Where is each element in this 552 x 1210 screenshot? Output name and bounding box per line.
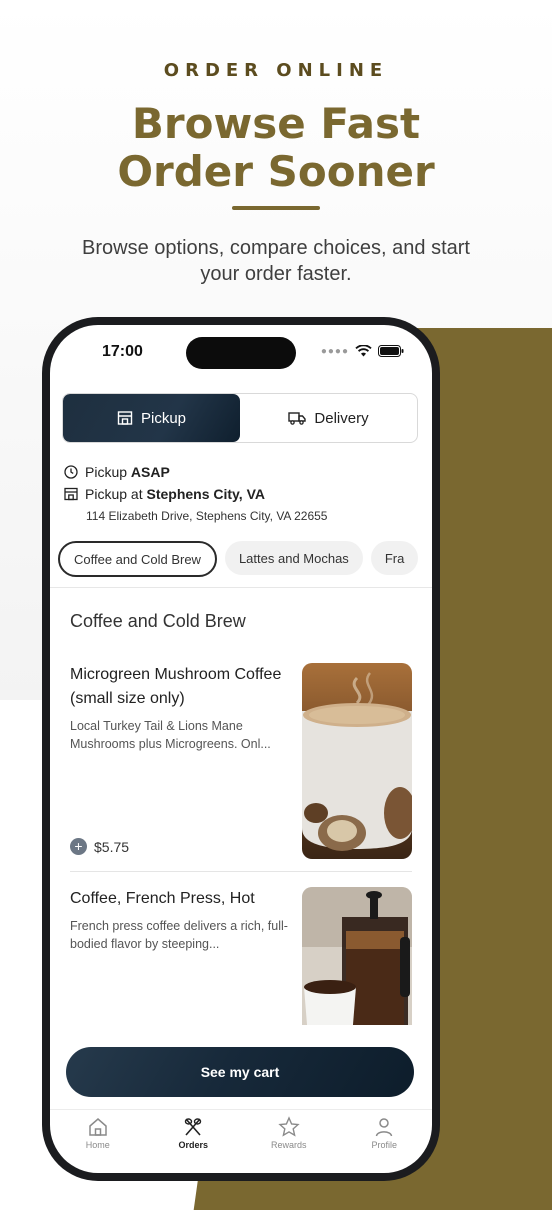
store-icon xyxy=(117,411,133,425)
menu-item-name: Coffee, French Press, Hot xyxy=(70,890,255,907)
menu-item-description: Local Turkey Tail & Lions Mane Mushrooms… xyxy=(70,719,271,751)
category-chip-lattes-mochas[interactable]: Lattes and Mochas xyxy=(224,541,363,575)
headline-underline xyxy=(232,206,320,210)
pickup-time-row: Pickup ASAP xyxy=(64,461,414,483)
divider xyxy=(50,587,432,588)
hero-kicker: ORDER ONLINE xyxy=(163,60,389,81)
signal-icon: ●●●● xyxy=(320,345,349,357)
order-mode-toggle: Pickup Delivery xyxy=(62,393,418,443)
tab-rewards-label: Rewards xyxy=(270,1140,307,1150)
french-press-image xyxy=(302,887,412,1037)
star-icon xyxy=(278,1116,300,1137)
mushroom-coffee-image xyxy=(302,663,412,859)
menu-item-description: French press coffee delivers a rich, ful… xyxy=(70,919,288,951)
menu-item-image[interactable] xyxy=(302,663,412,859)
pickup-address: 114 Elizabeth Drive, Stephens City, VA 2… xyxy=(86,509,328,523)
tab-home[interactable]: Home xyxy=(50,1110,146,1173)
hero-subtitle: Browse options, compare choices, and sta… xyxy=(82,237,470,285)
pickup-location-row[interactable]: Pickup at Stephens City, VA xyxy=(64,483,414,505)
battery-icon xyxy=(378,345,404,357)
tab-rewards[interactable]: Rewards xyxy=(241,1110,337,1173)
menu-item-price-row: + $5.75 xyxy=(70,838,129,855)
section-title: Coffee and Cold Brew xyxy=(70,611,246,631)
status-icons: ●●●● xyxy=(321,345,404,357)
truck-icon xyxy=(288,412,307,425)
category-chip-coffee-cold-brew[interactable]: Coffee and Cold Brew xyxy=(58,541,217,577)
pickup-button[interactable]: Pickup xyxy=(63,394,240,442)
tab-home-label: Home xyxy=(85,1140,110,1150)
store-icon xyxy=(64,487,78,501)
wifi-icon xyxy=(355,345,372,357)
phone-screen: 17:00 ●●●● Pickup Delivery Pickup ASAP P… xyxy=(50,325,432,1173)
home-icon xyxy=(89,1118,107,1136)
category-chips: Coffee and Cold Brew Lattes and Mochas F… xyxy=(58,541,432,579)
delivery-label: Delivery xyxy=(314,409,369,427)
pickup-info: Pickup ASAP Pickup at Stephens City, VA … xyxy=(64,461,414,523)
menu-item-image[interactable] xyxy=(302,887,412,1037)
category-chip-truncated[interactable]: Fra xyxy=(370,541,419,575)
tab-profile[interactable]: Profile xyxy=(337,1110,433,1173)
tab-profile-label: Profile xyxy=(371,1140,397,1150)
profile-icon xyxy=(376,1118,393,1137)
pickup-label: Pickup xyxy=(140,409,187,427)
see-cart-button[interactable]: See my cart xyxy=(66,1047,414,1097)
tab-orders[interactable]: Orders xyxy=(146,1110,242,1173)
headline-line-1: Browse Fast xyxy=(131,99,421,148)
tab-orders-label: Orders xyxy=(178,1140,208,1150)
phone-mockup: 17:00 ●●●● Pickup Delivery Pickup ASAP P… xyxy=(42,317,440,1181)
status-time: 17:00 xyxy=(102,343,143,360)
delivery-button[interactable]: Delivery xyxy=(240,394,417,442)
pickup-time-value: ASAP xyxy=(130,464,170,480)
clock-icon xyxy=(64,465,78,479)
dynamic-island xyxy=(186,337,296,369)
utensils-icon xyxy=(185,1118,202,1136)
menu-item-name: Microgreen Mushroom Coffee (small size o… xyxy=(70,666,282,707)
menu-item-price: $5.75 xyxy=(94,838,130,855)
headline-line-2: Order Sooner xyxy=(117,147,435,196)
bottom-tab-bar: Home Orders Rewards Profile xyxy=(50,1109,432,1173)
pickup-time-prefix: Pickup xyxy=(85,464,128,480)
pickup-location-value: Stephens City, VA xyxy=(146,486,265,502)
pickup-location-prefix: Pickup at xyxy=(85,486,143,502)
add-to-cart-icon[interactable]: + xyxy=(70,838,87,855)
menu-item-separator xyxy=(70,871,412,872)
hero-headline: Browse Fast Order Sooner xyxy=(0,100,552,196)
